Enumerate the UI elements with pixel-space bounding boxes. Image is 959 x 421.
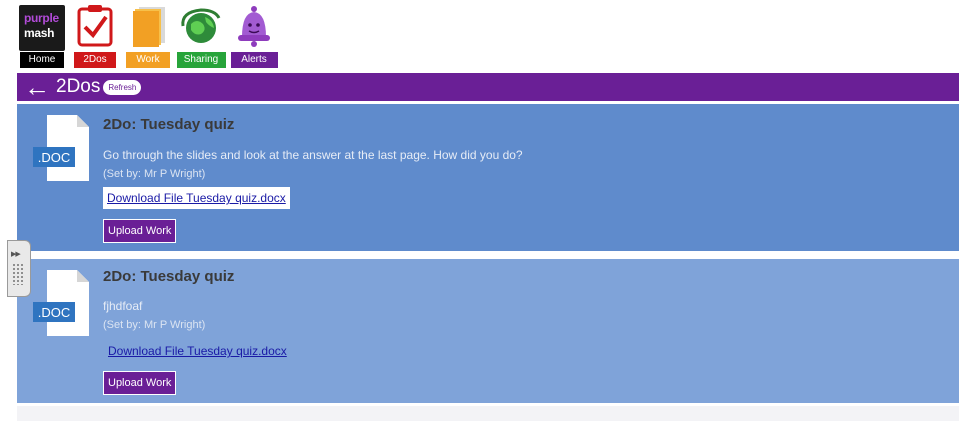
checklist-icon	[70, 0, 120, 52]
refresh-button[interactable]: Refresh	[103, 79, 142, 95]
todo-description: Go through the slides and look at the an…	[103, 148, 523, 162]
page-title: 2Dos	[56, 76, 101, 97]
back-arrow-icon[interactable]: ←	[24, 74, 50, 100]
top-navigation: purple mash Home 2Dos Work Sharing Alert…	[17, 0, 282, 70]
logo-text-line2: mash	[24, 26, 55, 40]
nav-home[interactable]: purple mash Home	[17, 0, 67, 70]
nav-2dos-label: 2Dos	[74, 52, 116, 68]
nav-alerts-label: Alerts	[230, 52, 278, 68]
nav-work-label: Work	[126, 52, 170, 68]
todo-card: .DOC 2Do: Tuesday quiz Go through the sl…	[17, 104, 959, 251]
todo-set-by: (Set by: Mr P Wright)	[103, 319, 206, 331]
download-file-link[interactable]: Download File Tuesday quiz.docx	[104, 340, 291, 362]
side-panel-handle[interactable]: ▶▶	[7, 240, 31, 297]
todo-title: 2Do: Tuesday quiz	[103, 116, 235, 133]
todo-set-by: (Set by: Mr P Wright)	[103, 168, 206, 180]
todo-card: .DOC 2Do: Tuesday quiz fjhdfoaf (Set by:…	[17, 259, 959, 403]
footer-strip	[17, 406, 959, 421]
upload-work-button[interactable]: Upload Work	[103, 371, 177, 395]
home-logo-icon: purple mash	[17, 0, 67, 52]
nav-sharing[interactable]: Sharing	[176, 0, 226, 70]
grip-dots-icon	[12, 263, 24, 285]
nav-home-label: Home	[20, 52, 64, 68]
expand-arrows-icon: ▶▶	[11, 251, 21, 258]
doc-file-icon: .DOC	[33, 115, 89, 181]
doc-label: .DOC	[38, 150, 71, 165]
nav-work[interactable]: Work	[123, 0, 173, 70]
titlebar: ← 2Dos Refresh	[17, 73, 959, 101]
todo-title: 2Do: Tuesday quiz	[103, 268, 235, 285]
logo-text-line1: purple	[24, 11, 59, 25]
doc-file-icon: .DOC	[33, 270, 89, 336]
doc-label: .DOC	[38, 305, 71, 320]
todo-description: fjhdfoaf	[103, 299, 143, 313]
folder-icon	[123, 0, 173, 52]
globe-icon	[176, 0, 226, 52]
nav-alerts[interactable]: Alerts	[229, 0, 279, 70]
nav-sharing-label: Sharing	[176, 52, 226, 68]
nav-2dos[interactable]: 2Dos	[70, 0, 120, 70]
upload-work-button[interactable]: Upload Work	[103, 219, 177, 243]
bell-icon	[229, 0, 279, 52]
download-file-link[interactable]: Download File Tuesday quiz.docx	[103, 187, 290, 209]
